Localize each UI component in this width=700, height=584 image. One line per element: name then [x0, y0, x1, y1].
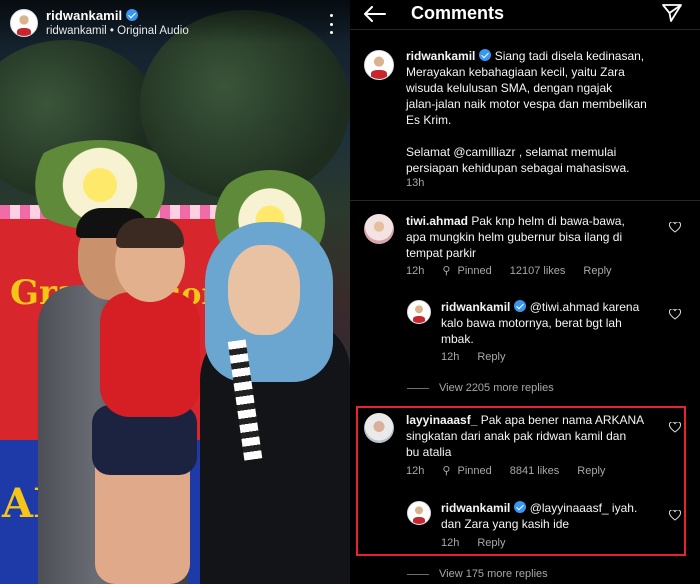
comment-line: Pak apa bener nama ARKANA: [480, 413, 645, 427]
header-divider: [350, 29, 700, 30]
reply-line: dan Zara yang kasih ide: [441, 517, 570, 531]
child-shirt: [100, 292, 200, 417]
comment-username[interactable]: layyinaaasf_: [406, 413, 477, 427]
view-more-replies[interactable]: View 175 more replies: [439, 568, 548, 580]
pin-icon: ⚲: [442, 265, 454, 277]
view-more-replies[interactable]: View 2205 more replies: [439, 382, 554, 394]
avatar[interactable]: [407, 300, 431, 324]
comment-text: tiwi.ahmad Pak knp helm di bawa-bawa, ap…: [406, 213, 668, 261]
avatar[interactable]: [364, 413, 394, 443]
reply-username[interactable]: ridwankamil: [441, 300, 510, 314]
pinned-label: Pinned: [457, 265, 492, 277]
caption-line: Siang tadi disela kedinasan,: [494, 49, 645, 63]
like-count[interactable]: 12107 likes: [510, 265, 566, 277]
avatar[interactable]: [407, 501, 431, 525]
like-heart-icon[interactable]: [669, 510, 681, 521]
comment-time: 12h: [406, 265, 425, 277]
comment-line: Pak knp helm di bawa-bawa,: [471, 214, 625, 228]
avatar[interactable]: [364, 214, 394, 244]
caption-text: ridwankamil Siang tadi disela kedinasan,…: [406, 48, 686, 176]
comment-line: bu atalia: [406, 445, 452, 459]
comment-line: tempat parkir: [406, 246, 477, 260]
like-heart-icon[interactable]: [669, 309, 681, 320]
comment-line: apa mungkin helm gubernur bisa ilang di: [406, 230, 623, 244]
page-title: Comments: [411, 3, 505, 23]
pinned-label: Pinned: [457, 465, 492, 477]
comment-line: singkatan dari anak pak ridwan kamil dan: [406, 429, 627, 443]
caption-line: wisuda kelulusan SMA, dengan ngajak: [406, 81, 613, 95]
like-heart-icon[interactable]: [669, 422, 681, 433]
verified-badge-icon: [126, 9, 139, 21]
caption-divider: [350, 200, 700, 201]
caption-line: Es Krim.: [406, 113, 452, 127]
verified-badge-icon: [479, 49, 492, 61]
comment-meta: 12h ⚲ Pinned 8841 likes Reply: [406, 464, 623, 477]
video-frame: Gra ion ARI: [0, 0, 350, 584]
reply-line: @tiwi.ahmad karena: [529, 300, 640, 314]
caption-line: jalan-jalan naik motor vespa dan membeli…: [406, 97, 647, 111]
reply-text: ridwankamil @tiwi.ahmad karena kalo bawa…: [441, 299, 669, 347]
verified-badge-icon: [514, 300, 527, 312]
comment-username[interactable]: tiwi.ahmad: [406, 214, 468, 228]
reply-button[interactable]: Reply: [477, 537, 505, 549]
person-face: [228, 245, 300, 335]
reply-button[interactable]: Reply: [477, 351, 505, 363]
reply-username[interactable]: ridwankamil: [441, 501, 510, 515]
comment-text: layyinaaasf_ Pak apa bener nama ARKANA s…: [406, 412, 668, 460]
audio-label[interactable]: ridwankamil • Original Audio: [46, 25, 189, 37]
reply-line: kalo bawa motornya, berat bgt lah: [441, 316, 622, 330]
caption-time: 13h: [406, 177, 425, 189]
comment-time: 12h: [406, 465, 425, 477]
child-hair: [116, 218, 184, 248]
reply-button[interactable]: Reply: [577, 465, 605, 477]
caption-line: Merayakan kebahagiaan kecil, yaitu Zara: [406, 65, 625, 79]
avatar[interactable]: [364, 50, 394, 80]
reel-video[interactable]: Gra ion ARI ridwankamil ridwankamil • Or…: [0, 0, 350, 584]
reply-text: ridwankamil @layyinaaasf_ iyah. dan Zara…: [441, 500, 669, 532]
like-count[interactable]: 8841 likes: [510, 465, 560, 477]
caption-username[interactable]: ridwankamil: [406, 49, 475, 63]
caption-line: persiapan kehidupan sebagai mahasiswa.: [406, 161, 630, 175]
reply-line: mbak.: [441, 332, 474, 346]
back-arrow-icon[interactable]: [364, 6, 386, 22]
reply-line: @layyinaaasf_ iyah.: [529, 501, 638, 515]
verified-badge-icon: [514, 501, 527, 513]
username-text: ridwankamil: [46, 8, 123, 23]
avatar[interactable]: [10, 9, 38, 37]
more-options-icon[interactable]: [326, 14, 336, 34]
caption-line: Selamat @camilliazr , selamat memulai: [406, 145, 617, 159]
reply-time: 12h: [441, 537, 460, 549]
reply-button[interactable]: Reply: [583, 265, 611, 277]
comment-meta: 12h ⚲ Pinned 12107 likes Reply: [406, 264, 630, 277]
share-send-icon[interactable]: [661, 3, 683, 23]
reply-meta: 12h Reply: [441, 537, 523, 549]
video-username[interactable]: ridwankamil: [46, 8, 139, 23]
reply-time: 12h: [441, 351, 460, 363]
reply-meta: 12h Reply: [441, 351, 523, 363]
like-heart-icon[interactable]: [669, 222, 681, 233]
pin-icon: ⚲: [442, 465, 454, 477]
